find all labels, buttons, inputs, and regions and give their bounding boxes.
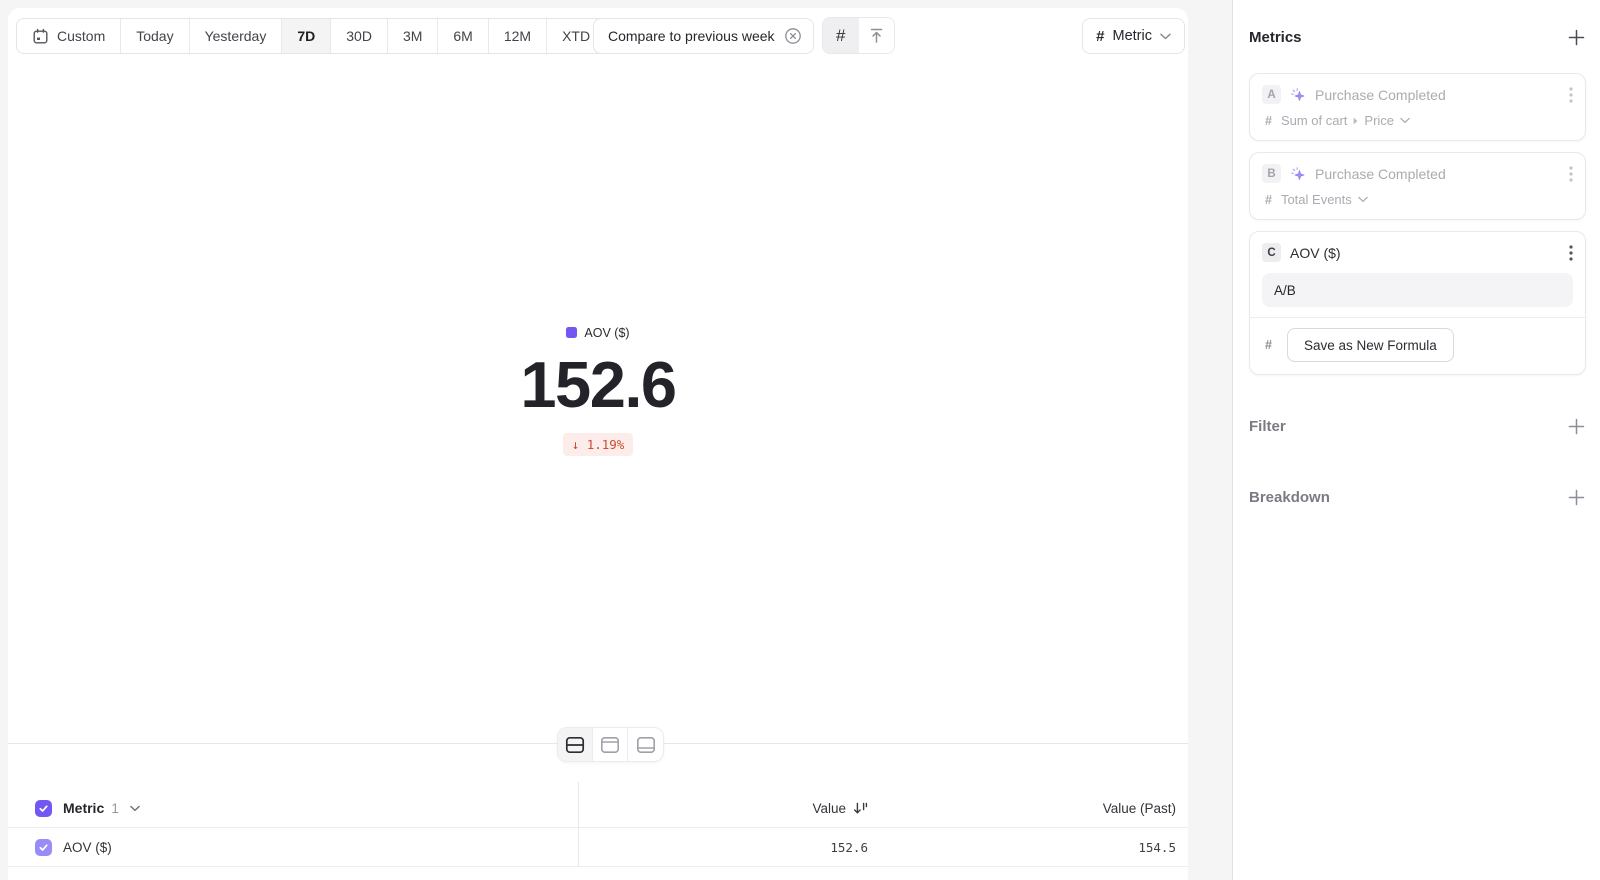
value-past-column-header[interactable]: Value (Past)	[1103, 789, 1176, 827]
legend-label: AOV ($)	[584, 326, 629, 340]
metrics-section-header: Metrics	[1249, 28, 1586, 47]
date-range-30d[interactable]: 30D	[331, 19, 388, 53]
kebab-menu-icon[interactable]	[1569, 87, 1573, 103]
kebab-menu-icon[interactable]	[1569, 245, 1573, 261]
sort-descending-icon	[853, 802, 868, 815]
filter-section-header: Filter	[1249, 417, 1586, 436]
metric-dropdown-button[interactable]: # Metric	[1082, 18, 1185, 54]
date-range-label: Custom	[57, 28, 105, 44]
check-icon	[38, 803, 49, 814]
report-canvas: Custom Today Yesterday 7D 30D 3M 6M 12M …	[8, 8, 1188, 880]
compare-chip[interactable]: Compare to previous week	[593, 18, 814, 54]
add-filter-button[interactable]	[1567, 417, 1586, 436]
metric-column-label: Metric	[63, 800, 104, 816]
date-range-6m[interactable]: 6M	[438, 19, 488, 53]
date-range-control: Custom Today Yesterday 7D 30D 3M 6M 12M …	[16, 18, 625, 54]
split-view-icon	[565, 736, 585, 754]
chevron-down-icon	[1358, 196, 1368, 203]
date-range-custom[interactable]: Custom	[17, 19, 121, 53]
chevron-down-icon	[1160, 33, 1171, 40]
hash-icon: #	[1096, 28, 1104, 45]
query-builder-sidebar: Metrics A Purchase Completed # Sum of ca…	[1232, 0, 1600, 880]
row-value-past: 154.5	[1138, 828, 1176, 866]
measurement-dropdown[interactable]: Sum of cart Price	[1281, 113, 1410, 128]
add-breakdown-button[interactable]	[1567, 488, 1586, 507]
measurement-dropdown[interactable]: Total Events	[1281, 192, 1368, 207]
layout-toggle-group	[557, 727, 664, 762]
event-sparkle-icon	[1290, 166, 1306, 182]
hash-icon: #	[1265, 114, 1272, 128]
value-display-toggle: #	[822, 17, 895, 54]
card-divider	[1250, 317, 1585, 318]
table-header-metric: Metric 1	[35, 789, 140, 827]
chevron-down-icon	[1400, 117, 1410, 124]
date-range-3m[interactable]: 3M	[388, 19, 438, 53]
formula-name: AOV ($)	[1290, 245, 1560, 261]
formula-input[interactable]: A/B	[1262, 273, 1573, 307]
table-only-view-icon	[636, 736, 656, 754]
change-badge: ↓ 1.19%	[563, 433, 634, 456]
remove-compare-icon[interactable]	[784, 27, 802, 45]
check-icon	[38, 842, 49, 853]
date-range-7d[interactable]: 7D	[282, 19, 331, 53]
table-column-divider	[578, 782, 579, 866]
hash-icon: #	[1265, 338, 1272, 352]
legend-swatch	[566, 327, 577, 338]
metric-dropdown-label: Metric	[1113, 28, 1152, 44]
metric-badge: C	[1262, 243, 1281, 262]
filter-section-title: Filter	[1249, 418, 1286, 435]
breakdown-section-title: Breakdown	[1249, 489, 1330, 506]
event-name: Purchase Completed	[1315, 166, 1560, 182]
metric-count: 1	[111, 800, 119, 816]
row-value: 152.6	[830, 828, 868, 866]
date-range-12m[interactable]: 12M	[489, 19, 547, 53]
metric-badge: B	[1262, 164, 1281, 183]
chevron-down-icon[interactable]	[130, 805, 140, 812]
metric-card-c[interactable]: C AOV ($) A/B # Save as New Formula	[1249, 231, 1586, 375]
kebab-menu-icon[interactable]	[1569, 166, 1573, 182]
event-name: Purchase Completed	[1315, 87, 1560, 103]
metric-big-number: 152.6	[8, 351, 1188, 419]
row-checkbox[interactable]	[35, 839, 52, 856]
chart-only-view-icon	[600, 736, 620, 754]
compare-chip-label: Compare to previous week	[608, 28, 775, 44]
split-view-button[interactable]	[558, 728, 593, 761]
hash-icon: #	[836, 26, 845, 46]
select-all-checkbox[interactable]	[35, 800, 52, 817]
table-only-view-button[interactable]	[628, 728, 663, 761]
event-sparkle-icon	[1290, 87, 1306, 103]
add-metric-button[interactable]	[1567, 28, 1586, 47]
row-metric-name: AOV ($)	[63, 840, 112, 855]
date-range-yesterday[interactable]: Yesterday	[190, 19, 283, 53]
table-row: AOV ($)	[35, 828, 112, 866]
hash-icon: #	[1265, 193, 1272, 207]
table-header-border	[8, 827, 1188, 828]
metric-card-a[interactable]: A Purchase Completed # Sum of cart Price	[1249, 73, 1586, 141]
metric-card-b[interactable]: B Purchase Completed # Total Events	[1249, 152, 1586, 220]
save-formula-button[interactable]: Save as New Formula	[1287, 328, 1454, 362]
legend-item[interactable]: AOV ($)	[566, 326, 629, 340]
chart-only-view-button[interactable]	[593, 728, 628, 761]
date-range-today[interactable]: Today	[121, 19, 189, 53]
arrow-to-top-icon	[867, 26, 886, 45]
arrow-to-top-toggle[interactable]	[859, 18, 895, 53]
calendar-icon	[32, 28, 49, 45]
metrics-section-title: Metrics	[1249, 29, 1302, 46]
absolute-number-toggle[interactable]: #	[823, 18, 859, 53]
caret-right-icon	[1353, 117, 1358, 125]
big-number-chart: AOV ($) 152.6 ↓ 1.19%	[8, 325, 1188, 456]
breakdown-section-header: Breakdown	[1249, 488, 1586, 507]
value-column-header[interactable]: Value	[812, 789, 868, 827]
metric-badge: A	[1262, 85, 1281, 104]
table-row-border	[8, 866, 1188, 867]
